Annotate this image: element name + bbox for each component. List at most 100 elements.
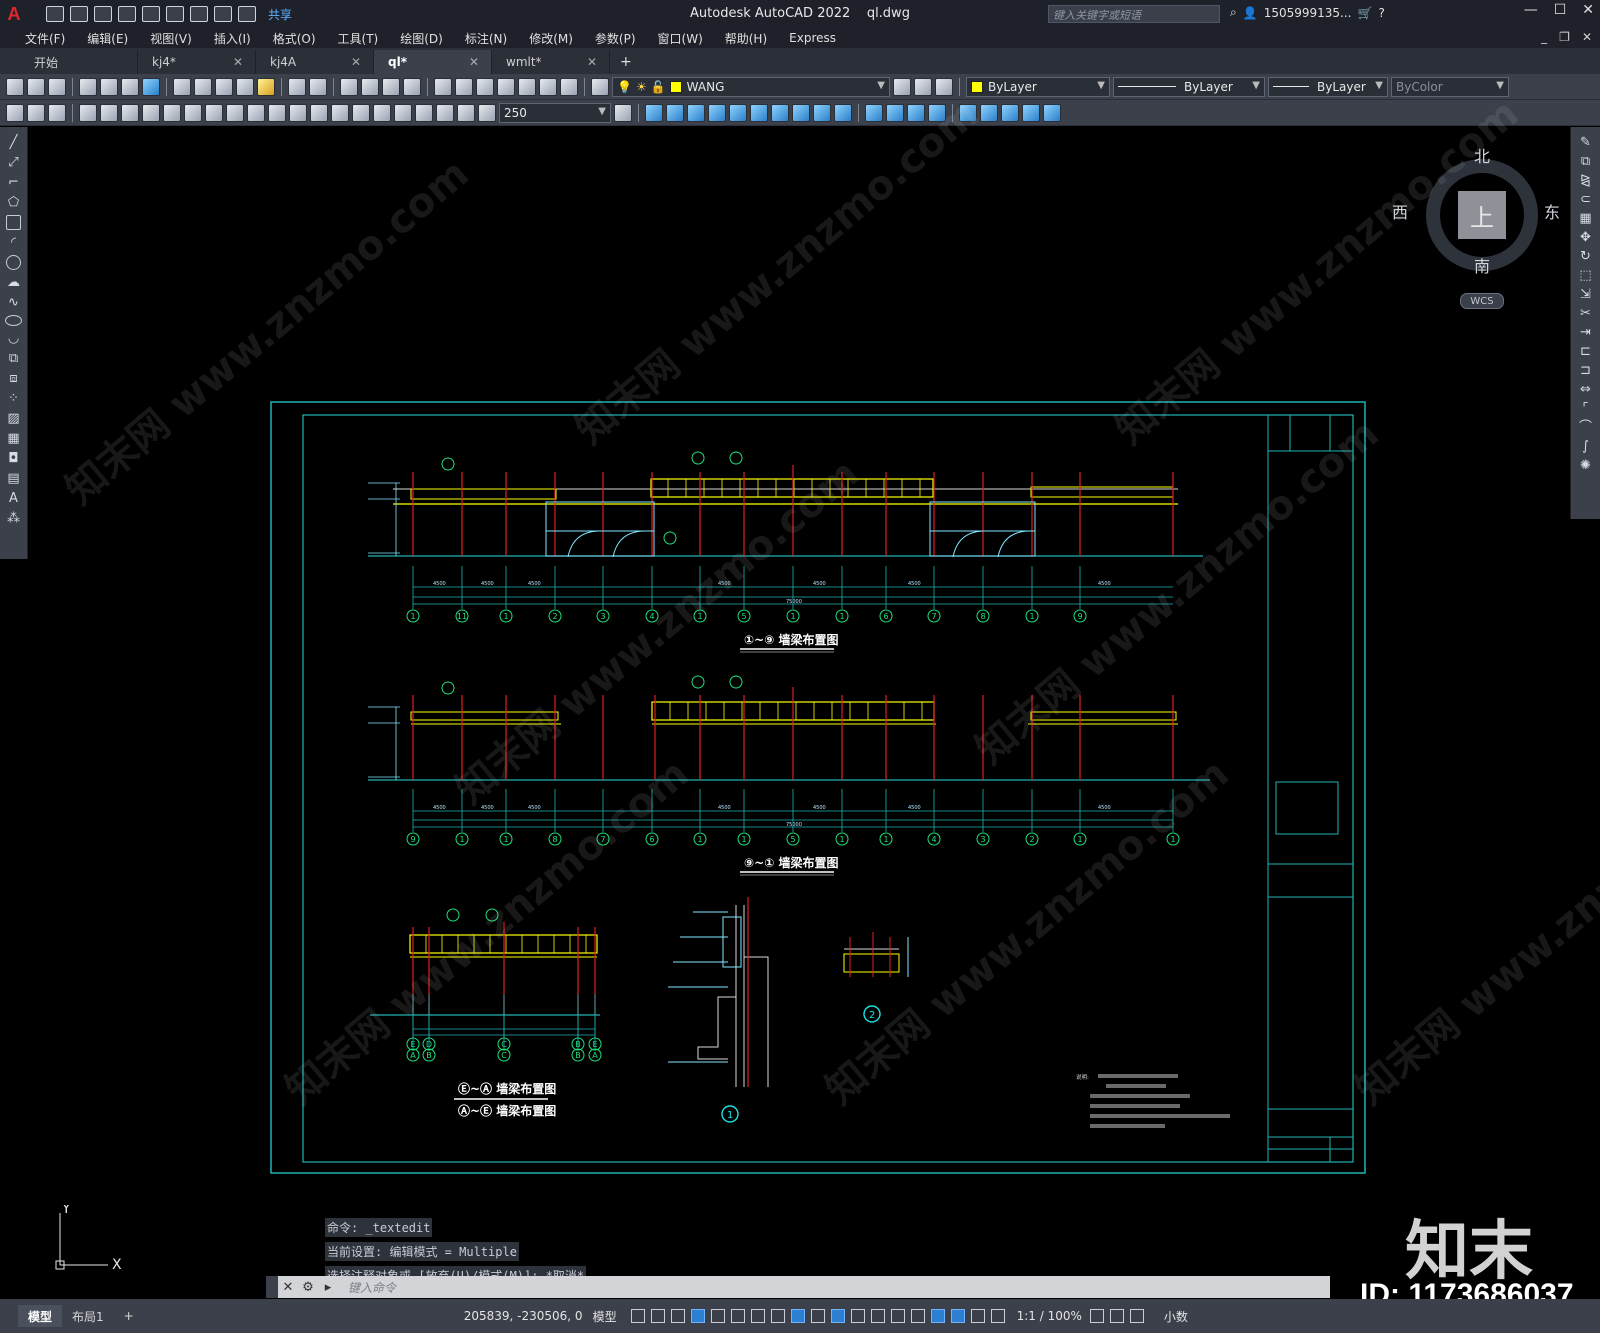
doc-restore-icon[interactable]: ❐ — [1559, 30, 1570, 44]
3d-rotate-icon[interactable] — [980, 103, 998, 122]
cart-icon[interactable]: 🛒 — [1357, 6, 1372, 20]
mirror-icon[interactable]: ⧎ — [1578, 173, 1593, 188]
dim-angular-icon[interactable] — [226, 103, 244, 122]
lock-icon[interactable]: 🔓 — [651, 80, 666, 94]
tool-palettes-icon[interactable] — [476, 77, 494, 96]
infer-icon[interactable] — [670, 1309, 685, 1323]
units-value[interactable]: 小数 — [1164, 1308, 1188, 1325]
zoom-realtime-icon[interactable] — [361, 77, 379, 96]
gradient-icon[interactable]: ▦ — [6, 431, 21, 446]
redo-icon[interactable] — [238, 6, 256, 22]
copy-object-icon[interactable]: ⧉ — [1578, 154, 1593, 169]
menu-insert[interactable]: 插入(I) — [203, 30, 262, 47]
paste-icon[interactable] — [215, 77, 233, 96]
3d-revolve-icon[interactable] — [813, 103, 831, 122]
plotstyle-dropdown[interactable]: ByColor ▼ — [1391, 76, 1509, 97]
annotation-monitor-icon[interactable] — [1109, 1309, 1124, 1323]
3d-subtract-icon[interactable] — [886, 103, 904, 122]
jogged-linear-icon[interactable] — [415, 103, 433, 122]
array-icon[interactable]: ▦ — [1578, 211, 1593, 226]
doc-minimize-icon[interactable]: _ — [1541, 30, 1547, 44]
grid-icon[interactable] — [630, 1309, 645, 1323]
help-icon[interactable] — [560, 77, 578, 96]
share-button[interactable]: 共享 — [268, 6, 292, 23]
close-icon[interactable]: ✕ — [278, 1280, 298, 1295]
tab-kj4[interactable]: kj4* ✕ — [138, 50, 256, 74]
3d-sphere-icon[interactable] — [708, 103, 726, 122]
3d-wedge-icon[interactable] — [666, 103, 684, 122]
tool-a-icon[interactable] — [6, 103, 24, 122]
save-icon[interactable] — [48, 77, 66, 96]
3d-move-icon[interactable] — [959, 103, 977, 122]
dim-baseline-icon[interactable] — [268, 103, 286, 122]
3d-cone-icon[interactable] — [687, 103, 705, 122]
gizmo-icon[interactable] — [930, 1309, 945, 1323]
dim-edit-icon[interactable] — [436, 103, 454, 122]
close-icon[interactable]: ✕ — [587, 55, 597, 69]
drawing-area[interactable]: 4500 4500 4500 4500 4500 4500 4500 75000 1 11 1… — [28, 127, 1570, 1284]
dynamic-input-icon[interactable] — [690, 1309, 705, 1323]
properties-icon[interactable] — [434, 77, 452, 96]
compass-south[interactable]: 南 — [1474, 253, 1490, 277]
3d-mirror-icon[interactable] — [1043, 103, 1061, 122]
search-input[interactable]: 键入关键字或短语 — [1048, 5, 1220, 23]
3d-dwf-icon[interactable] — [142, 77, 160, 96]
hatch-icon[interactable]: ▨ — [6, 411, 21, 426]
save-icon[interactable] — [94, 6, 112, 22]
close-icon[interactable]: ✕ — [469, 55, 479, 69]
3d-array-icon[interactable] — [1022, 103, 1040, 122]
color-dropdown[interactable]: ByLayer ▼ — [966, 76, 1110, 97]
scale-icon[interactable]: ⬚ — [1578, 268, 1593, 283]
join-icon[interactable]: ⇔ — [1578, 382, 1593, 397]
undo-icon[interactable] — [288, 77, 306, 96]
quick-dim-icon[interactable] — [247, 103, 265, 122]
open-web-icon[interactable] — [142, 6, 160, 22]
text-height-dropdown[interactable]: 250 ▼ — [499, 102, 611, 123]
ellipse-icon[interactable] — [5, 315, 22, 326]
command-line-grip[interactable] — [266, 1276, 278, 1298]
menu-help[interactable]: 帮助(H) — [714, 30, 778, 47]
doc-close-icon[interactable]: ✕ — [1582, 30, 1592, 44]
make-block-icon[interactable]: ⧈ — [6, 371, 21, 386]
menu-window[interactable]: 窗口(W) — [647, 30, 714, 47]
save-web-icon[interactable] — [166, 6, 184, 22]
center-mark-icon[interactable] — [373, 103, 391, 122]
annotation-visibility-icon[interactable] — [950, 1309, 965, 1323]
coordinates-readout[interactable]: 205839, -230506, 0 — [464, 1309, 583, 1323]
bulb-icon[interactable]: 💡 — [617, 80, 632, 94]
3d-intersect-icon[interactable] — [907, 103, 925, 122]
dim-arc-icon[interactable] — [121, 103, 139, 122]
selection-cycling-icon[interactable] — [850, 1309, 865, 1323]
dim-diameter-icon[interactable] — [205, 103, 223, 122]
menu-edit[interactable]: 编辑(E) — [76, 30, 139, 47]
plot-icon[interactable] — [79, 77, 97, 96]
qnew-icon[interactable] — [6, 77, 24, 96]
linetype-dropdown[interactable]: ByLayer ▼ — [1113, 76, 1265, 97]
new-tab-button[interactable]: + — [610, 50, 642, 74]
menu-tools[interactable]: 工具(T) — [327, 30, 390, 47]
copy-icon[interactable] — [194, 77, 212, 96]
xline-icon[interactable]: ⤢ — [6, 155, 21, 170]
layer-state-icon[interactable] — [935, 77, 953, 96]
close-icon[interactable]: ✕ — [351, 55, 361, 69]
pan-icon[interactable] — [340, 77, 358, 96]
ellipse-arc-icon[interactable]: ◡ — [6, 331, 21, 346]
layer-previous-icon[interactable] — [914, 77, 932, 96]
osnap-icon[interactable] — [790, 1309, 805, 1323]
dim-update-icon[interactable] — [478, 103, 496, 122]
annotation-scale-icon[interactable] — [990, 1309, 1005, 1323]
layout-tab-layout1[interactable]: 布局1 — [62, 1305, 114, 1327]
undo-icon[interactable] — [214, 6, 232, 22]
compass-east[interactable]: 东 — [1544, 199, 1560, 223]
annotation-scale[interactable]: 1:1 / 100% — [1017, 1309, 1082, 1323]
design-center-icon[interactable] — [455, 77, 473, 96]
tolerance-icon[interactable] — [352, 103, 370, 122]
sun-icon[interactable]: ☀ — [636, 80, 647, 94]
dim-ordinate-icon[interactable] — [142, 103, 160, 122]
fillet-icon[interactable]: ⌒ — [1578, 420, 1593, 435]
menu-format[interactable]: 格式(O) — [262, 30, 327, 47]
polyline-icon[interactable]: ⌐ — [6, 175, 21, 190]
compass-north[interactable]: 北 — [1474, 143, 1490, 167]
recent-commands-icon[interactable]: ▸ — [318, 1280, 338, 1295]
lineweight-icon[interactable] — [810, 1309, 825, 1323]
